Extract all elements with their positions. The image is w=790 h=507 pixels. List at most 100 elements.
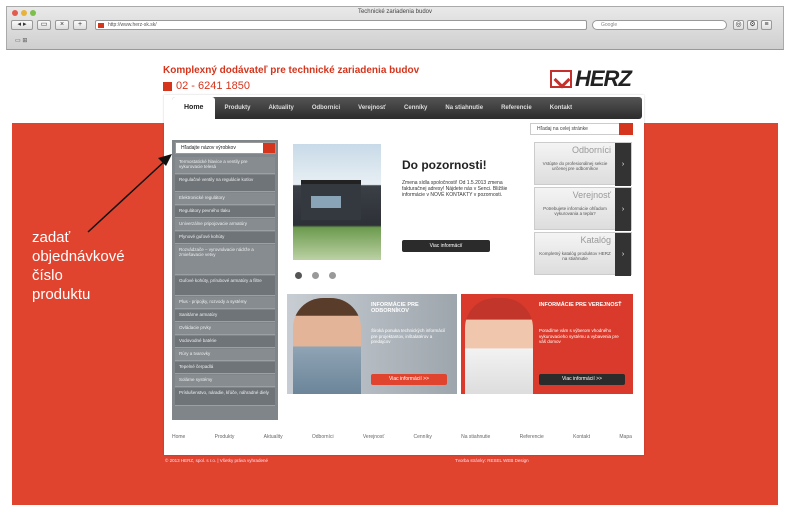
chevron-right-icon: › [615,188,631,231]
footer-copyright: © 2013 HERZ, spol. s r.o. | Všetky práva… [165,458,269,463]
add-bookmark-button[interactable]: + [73,20,87,30]
sidebar-item[interactable]: Univerzálne pripojovacie armatúry [175,219,275,231]
page-menu-icon[interactable]: ≡ [761,20,772,30]
open-folder-icon[interactable]: ▭ [37,20,51,30]
browser-search-input[interactable]: Google [592,20,727,30]
footer-link[interactable]: Aktuality [264,434,283,440]
phone-icon [163,81,172,91]
rss-icon[interactable]: ◎ [733,20,744,30]
woman-photo [465,298,533,394]
promo-odbornici[interactable]: INFORMÁCIE PRE ODBORNÍKOV Široká ponuka … [287,294,457,394]
nav-cenniky[interactable]: Cenníky [395,105,436,111]
footer-link[interactable]: Produkty [215,434,235,440]
sidebar-item[interactable]: Rúry a tvarovky [175,349,275,361]
site-search-input[interactable]: Hľadaj na celej stránke [530,123,633,135]
man-photo [293,298,361,394]
sidebar-item[interactable]: Tepelné čerpadlá [175,362,275,374]
nav-odbornici[interactable]: Odborníci [303,105,349,111]
settings-icon[interactable]: ⚙ [747,20,758,30]
nav-produkty[interactable]: Produkty [215,105,259,111]
sidebar-item[interactable]: Termostatické hlavice a ventily pre vyku… [175,157,275,174]
nav-kontakt[interactable]: Kontakt [541,105,581,111]
tab-odbornici[interactable]: Odborníci Vstúpte do profesionálnej sekc… [534,142,632,186]
sidebar-item[interactable]: Príslušenstvo, náradie, kľúče, náhradné … [175,388,275,406]
sidebar-item[interactable]: Sanitárne armatúry [175,310,275,322]
address-bar-text: http://www.herz-sk.sk/ [108,22,157,28]
annotation-line: číslo [32,267,63,284]
sidebar-item[interactable]: Rozvádzače – vyrovnávacie nádrže a zmieš… [175,245,275,275]
site-favicon-icon [98,23,104,28]
browser-chrome: Technické zariadenia budov ◂ ▸ ▭ × + htt… [6,6,784,50]
screenshot-frame: Technické zariadenia budov ◂ ▸ ▭ × + htt… [0,0,790,507]
slide-title: Do pozornosti! [402,158,487,172]
nav-referencie[interactable]: Referencie [492,105,541,111]
tab-verejnost[interactable]: Verejnosť Potrebujete informácie ohľadom… [534,187,632,231]
footer-link[interactable]: Kontakt [573,434,590,440]
product-code-placeholder: Hľadajte názov výrobkov [181,145,236,151]
slider-dot[interactable] [312,272,319,279]
tab-title: Katalóg [580,235,611,245]
window-title: Technické zariadenia budov [357,9,433,15]
footer-credits: Tvorba stránky: RESEL WEB Design [455,458,529,463]
phone-number: 02 - 6241 1850 [176,80,251,92]
footer-link[interactable]: Cenníky [414,434,432,440]
nav-verejnost[interactable]: Verejnosť [349,105,395,111]
sidebar-item[interactable]: Plus - pripojky, rozvody a systémy [175,297,275,309]
promo-text: Poradíme vám s výberom vhodného vykurova… [539,328,619,344]
footer-link[interactable]: Na stiahnutie [461,434,490,440]
back-forward-button[interactable]: ◂ ▸ [11,20,33,30]
tab-text: Kompletný katalóg produktov HERZ na stia… [539,251,611,261]
promo-title: INFORMÁCIE PRE VEREJNOSŤ [539,302,622,308]
promo-text: Široká ponuka technických informácií pre… [371,328,446,344]
nav-na-stiahnutie[interactable]: Na stiahnutie [436,105,492,111]
tab-katalog[interactable]: Katalóg Kompletný katalóg produktov HERZ… [534,232,632,276]
address-bar[interactable]: http://www.herz-sk.sk/ [95,20,587,30]
chevron-right-icon: › [615,143,631,186]
footer-link[interactable]: Verejnosť [363,434,384,440]
nav-aktuality[interactable]: Aktuality [259,105,302,111]
slide-more-button[interactable]: Viac informácií [402,240,490,252]
footer-link[interactable]: Odborníci [312,434,334,440]
promo-verejnost[interactable]: INFORMÁCIE PRE VEREJNOSŤ Poradíme vám s … [461,294,633,394]
sidebar-item[interactable]: Solárne systémy [175,375,275,387]
slider-pager [295,272,336,279]
site-search-button[interactable] [619,123,633,135]
slide-text: Zmena sídla spoločnosti! Od 1.5.2013 zme… [402,180,508,198]
footer-link[interactable]: Referencie [520,434,544,440]
sidebar-item[interactable]: Regulátory pevného tlaku [175,206,275,218]
sidebar-item[interactable]: Ovládacie prvky [175,323,275,335]
sidebar-item[interactable]: Regulačné ventily na regulácie kotlov [175,175,275,192]
building-window-shape [311,196,341,208]
herz-logo-mark-icon [550,70,572,88]
sidebar-item[interactable]: Elektronické regulátory [175,193,275,205]
promo-button[interactable]: Viac informácií >> [371,374,447,385]
site-search-placeholder: Hľadaj na celej stránke [537,126,588,132]
footer-link[interactable]: Home [172,434,185,440]
slider-dot[interactable] [329,272,336,279]
footer-links: Home Produkty Aktuality Odborníci Verejn… [172,434,632,440]
nav-home[interactable]: Home [172,97,216,119]
promo-title: INFORMÁCIE PRE ODBORNÍKOV [371,302,419,314]
main-navigation: Home Produkty Aktuality Odborníci Verejn… [172,97,642,119]
site-phone: 02 - 6241 1850 [163,80,250,92]
stop-icon[interactable]: × [55,20,69,30]
slider-dot[interactable] [295,272,302,279]
tab-title: Verejnosť [572,190,611,200]
sidebar-item[interactable]: Plynové guľové kohúty [175,232,275,244]
bookmark-bar-icons[interactable]: ▭ ⊞ [15,37,27,44]
slide-building-photo[interactable] [293,144,381,260]
sidebar-item[interactable]: Guľové kohúty, prírubové armatúry a filt… [175,276,275,296]
herz-logo[interactable]: HERZ [550,66,632,92]
tab-text: Vstúpte do profesionálnej sekcie určenej… [542,161,608,171]
sidebar-item[interactable]: Vodovodné batérie [175,336,275,348]
product-search-button[interactable] [263,143,275,153]
promo-button[interactable]: Viac informácií >> [539,374,625,385]
chevron-right-icon: › [615,233,631,276]
annotation-text: zadať objednávkové číslo produktu [32,228,125,304]
annotation-line: objednávkové [32,248,125,265]
annotation-line: zadať [32,229,71,246]
tab-title: Odborníci [571,145,611,155]
footer-link[interactable]: Mapa [619,434,632,440]
product-code-input[interactable]: Hľadajte názov výrobkov [175,142,276,154]
tab-text: Potrebujete informácie ohľadom vykurovan… [543,206,607,216]
